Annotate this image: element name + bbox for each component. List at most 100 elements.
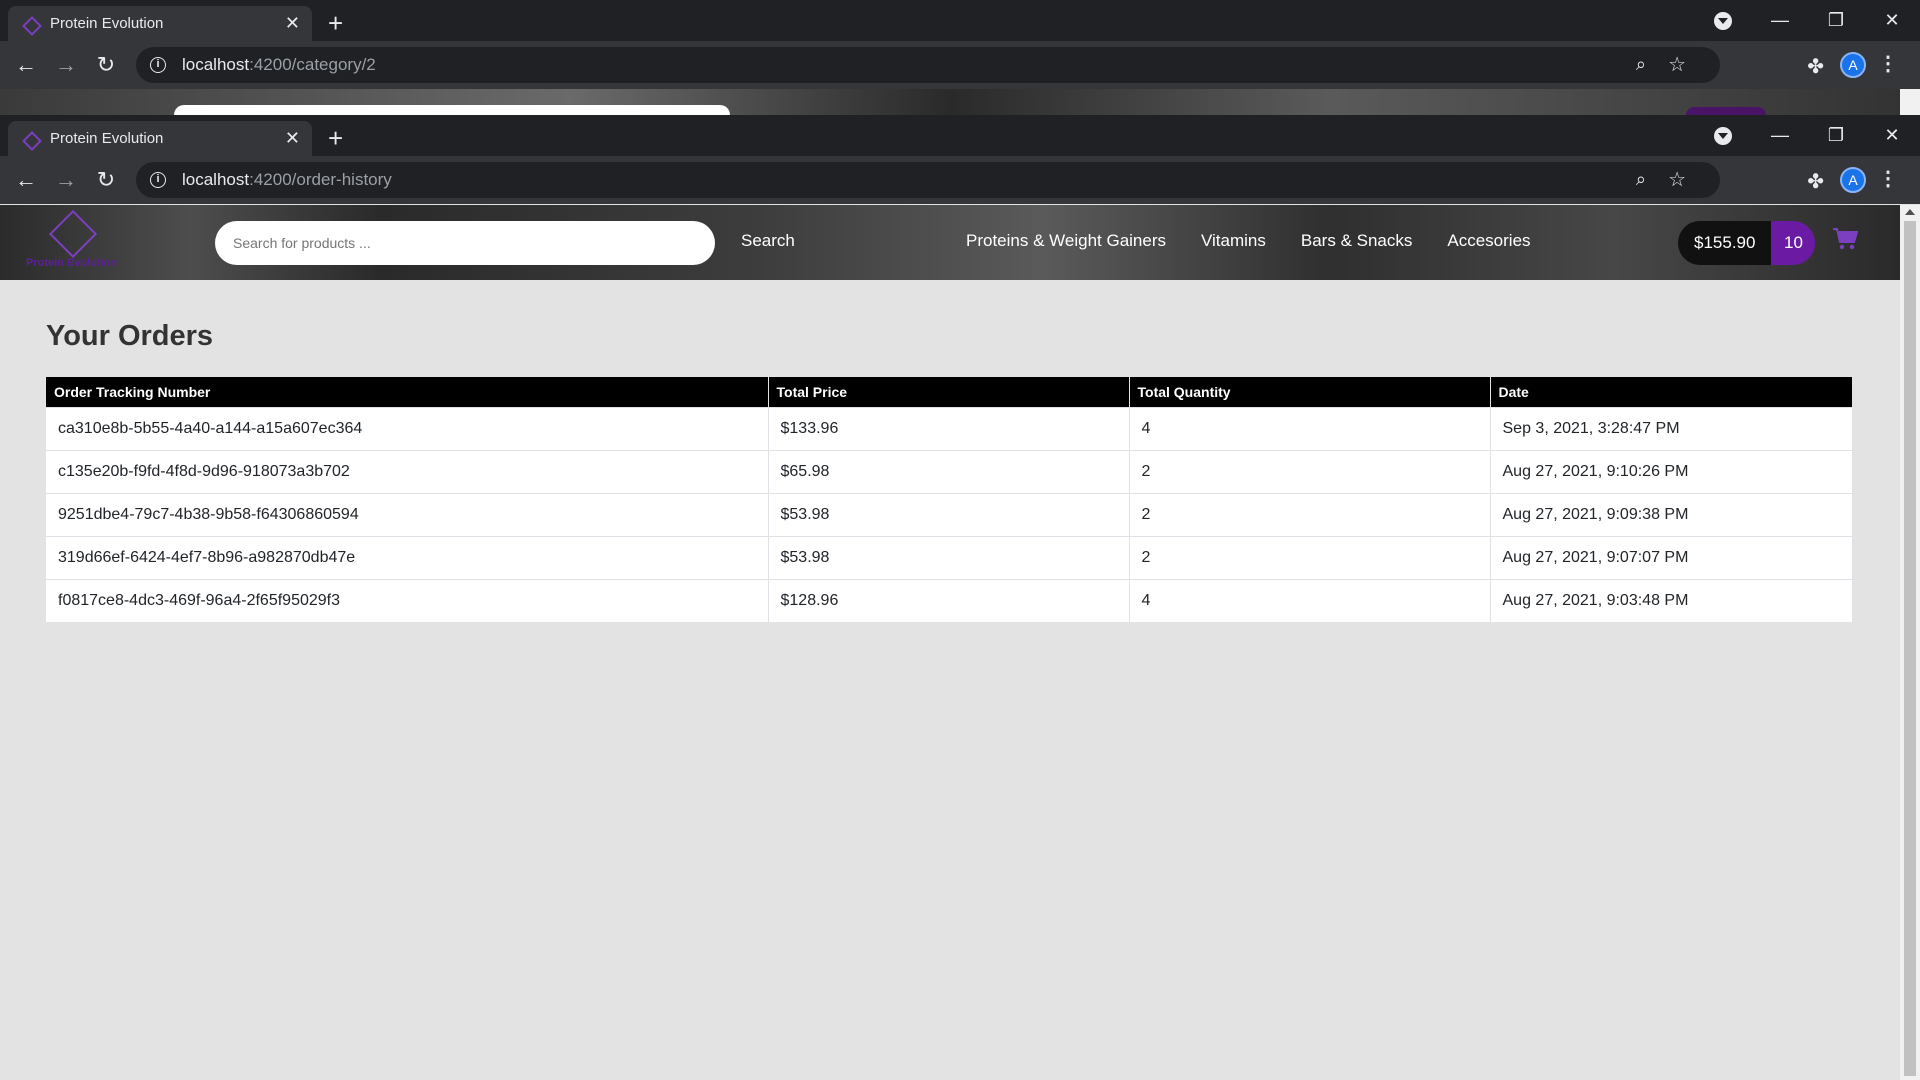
tab-search-icon[interactable] — [1714, 127, 1732, 145]
back-window-page-peek — [0, 89, 1900, 115]
page-title: Your Orders — [46, 320, 214, 352]
search-input[interactable] — [215, 221, 715, 265]
scroll-up-icon[interactable] — [1905, 209, 1915, 215]
url-path: :4200/category/2 — [249, 55, 376, 74]
shopping-cart-icon[interactable] — [1832, 227, 1858, 251]
cart-count-badge: 10 — [1771, 221, 1816, 265]
browser-menu-icon[interactable]: ⋮ — [1878, 51, 1898, 76]
total-quantity-cell: 4 — [1129, 578, 1491, 622]
close-tab-icon[interactable]: ✕ — [285, 13, 300, 34]
profile-avatar[interactable]: A — [1840, 167, 1866, 193]
date-cell: Aug 27, 2021, 9:09:38 PM — [1490, 492, 1853, 536]
back-window-cart-peek — [1686, 107, 1766, 115]
browser-menu-icon[interactable]: ⋮ — [1878, 166, 1898, 191]
back-window-scrollbar — [1900, 89, 1920, 115]
nav-link-accessories[interactable]: Accesories — [1447, 231, 1530, 251]
reload-icon[interactable]: ↻ — [86, 52, 126, 78]
tab-title: Protein Evolution — [50, 130, 164, 147]
site-favicon-icon — [22, 131, 38, 147]
table-row: 319d66ef-6424-4ef7-8b96-a982870db47e $53… — [46, 535, 1853, 579]
tracking-number-cell: ca310e8b-5b55-4a40-a144-a15a607ec364 — [46, 406, 769, 450]
scrollbar-thumb[interactable] — [1904, 221, 1916, 1076]
new-tab-icon[interactable]: + — [328, 8, 343, 39]
date-cell: Aug 27, 2021, 9:10:26 PM — [1490, 449, 1853, 493]
nav-link-proteins[interactable]: Proteins & Weight Gainers — [966, 231, 1166, 251]
extensions-icon[interactable]: ✤ — [1807, 54, 1824, 79]
category-nav: Proteins & Weight Gainers Vitamins Bars … — [966, 231, 1566, 251]
close-tab-icon[interactable]: ✕ — [285, 128, 300, 149]
table-header-row: Order Tracking Number Total Price Total … — [46, 377, 1853, 407]
nav-link-vitamins[interactable]: Vitamins — [1201, 231, 1266, 251]
total-quantity-cell: 4 — [1129, 406, 1491, 450]
logo-text: Protein Evolution — [26, 257, 118, 269]
table-row: ca310e8b-5b55-4a40-a144-a15a607ec364 $13… — [46, 406, 1853, 450]
front-browser-window: Protein Evolution ✕ + — ❐ ✕ ← → ↻ i loca… — [0, 115, 1920, 204]
bookmark-star-icon[interactable]: ☆ — [1668, 52, 1686, 77]
zoom-icon[interactable]: ⌕ — [1636, 169, 1646, 190]
orders-table: Order Tracking Number Total Price Total … — [46, 377, 1853, 622]
total-price-cell: $133.96 — [768, 406, 1130, 450]
url-host: localhost — [182, 55, 250, 74]
browser-tab[interactable]: Protein Evolution ✕ — [8, 6, 312, 41]
logo-mark-icon — [48, 209, 98, 259]
column-header: Date — [1490, 377, 1853, 407]
column-header: Total Quantity — [1129, 377, 1491, 407]
bookmark-star-icon[interactable]: ☆ — [1668, 167, 1686, 192]
site-favicon-icon — [22, 16, 38, 32]
forward-icon[interactable]: → — [46, 52, 86, 78]
search-button[interactable]: Search — [741, 231, 795, 251]
restore-icon[interactable]: ❐ — [1808, 0, 1864, 41]
url-host: localhost — [182, 170, 250, 189]
total-price-cell: $65.98 — [768, 449, 1130, 493]
column-header: Order Tracking Number — [46, 377, 769, 407]
url-path: :4200/order-history — [249, 170, 392, 189]
order-history-section: Your Orders Order Tracking Number Total … — [46, 320, 1853, 622]
tab-title: Protein Evolution — [50, 15, 164, 32]
date-cell: Aug 27, 2021, 9:03:48 PM — [1490, 578, 1853, 622]
tracking-number-cell: 319d66ef-6424-4ef7-8b96-a982870db47e — [46, 535, 769, 579]
cart-status[interactable]: $155.90 10 — [1678, 221, 1816, 265]
page-scrollbar[interactable] — [1900, 205, 1920, 1080]
tracking-number-cell: 9251dbe4-79c7-4b38-9b58-f64306860594 — [46, 492, 769, 536]
total-price-cell: $53.98 — [768, 492, 1130, 536]
total-quantity-cell: 2 — [1129, 449, 1491, 493]
address-bar[interactable]: i localhost:4200/category/2 ⌕ ☆ — [136, 47, 1720, 83]
minimize-icon[interactable]: — — [1752, 115, 1808, 156]
site-info-icon[interactable]: i — [150, 57, 166, 73]
table-row: 9251dbe4-79c7-4b38-9b58-f64306860594 $53… — [46, 492, 1853, 536]
address-bar[interactable]: i localhost:4200/order-history ⌕ ☆ — [136, 162, 1720, 198]
zoom-icon[interactable]: ⌕ — [1636, 54, 1646, 75]
site-info-icon[interactable]: i — [150, 172, 166, 188]
tab-strip: Protein Evolution ✕ + — ❐ ✕ — [0, 0, 1920, 41]
extensions-icon[interactable]: ✤ — [1807, 169, 1824, 194]
tracking-number-cell: f0817ce8-4dc3-469f-96a4-2f65f95029f3 — [46, 578, 769, 622]
new-tab-icon[interactable]: + — [328, 123, 343, 154]
date-cell: Aug 27, 2021, 9:07:07 PM — [1490, 535, 1853, 579]
back-icon[interactable]: ← — [6, 52, 46, 78]
close-window-icon[interactable]: ✕ — [1864, 115, 1920, 156]
browser-tab[interactable]: Protein Evolution ✕ — [8, 121, 312, 156]
cart-total: $155.90 — [1678, 221, 1772, 265]
reload-icon[interactable]: ↻ — [86, 167, 126, 193]
column-header: Total Price — [768, 377, 1130, 407]
back-window-search-peek — [174, 105, 730, 115]
total-price-cell: $53.98 — [768, 535, 1130, 579]
restore-icon[interactable]: ❐ — [1808, 115, 1864, 156]
profile-avatar[interactable]: A — [1840, 52, 1866, 78]
nav-link-bars-snacks[interactable]: Bars & Snacks — [1301, 231, 1413, 251]
site-header: Protein Evolution Search Proteins & Weig… — [0, 205, 1900, 280]
minimize-icon[interactable]: — — [1752, 0, 1808, 41]
site-logo[interactable]: Protein Evolution — [26, 209, 136, 273]
window-controls: — ❐ ✕ — [1752, 115, 1920, 156]
close-window-icon[interactable]: ✕ — [1864, 0, 1920, 41]
forward-icon[interactable]: → — [46, 167, 86, 193]
tracking-number-cell: c135e20b-f9fd-4f8d-9d96-918073a3b702 — [46, 449, 769, 493]
tab-search-icon[interactable] — [1714, 12, 1732, 30]
date-cell: Sep 3, 2021, 3:28:47 PM — [1490, 406, 1853, 450]
total-quantity-cell: 2 — [1129, 492, 1491, 536]
window-controls: — ❐ ✕ — [1752, 0, 1920, 41]
back-icon[interactable]: ← — [6, 167, 46, 193]
tab-strip: Protein Evolution ✕ + — ❐ ✕ — [0, 115, 1920, 156]
total-price-cell: $128.96 — [768, 578, 1130, 622]
table-row: f0817ce8-4dc3-469f-96a4-2f65f95029f3 $12… — [46, 578, 1853, 622]
